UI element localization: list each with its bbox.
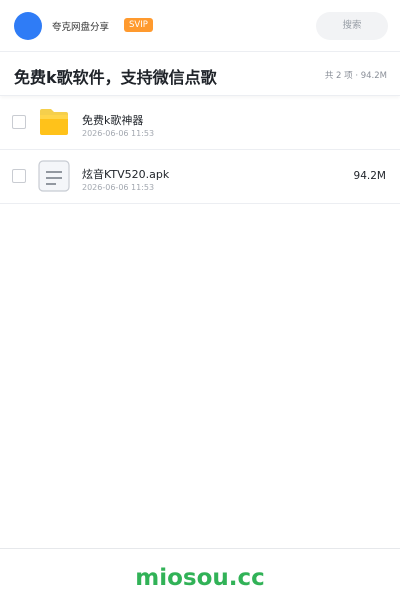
avatar[interactable] [14, 12, 42, 40]
file-size: 94.2M [353, 170, 386, 182]
sharer-name[interactable]: 夸克网盘分享 [52, 19, 109, 33]
footer: miosou.cc [0, 548, 400, 600]
file-name[interactable]: 免费k歌神器 [82, 112, 143, 128]
select-checkbox[interactable] [12, 169, 26, 183]
item-count-summary: 共 2 项 · 94.2M [324, 71, 387, 81]
file-row-folder[interactable]: 免费k歌神器 2026-06-06 11:53 [0, 96, 400, 150]
share-title-bar: 免费k歌软件，支持微信点歌 共 2 项 · 94.2M [0, 52, 400, 96]
svip-badge: SVIP [124, 18, 153, 32]
file-name[interactable]: 炫音KTV520.apk [82, 166, 169, 182]
file-row-apk[interactable]: 炫音KTV520.apk 2026-06-06 11:53 94.2M [0, 150, 400, 204]
select-checkbox[interactable] [12, 115, 26, 129]
share-header: 夸克网盘分享 SVIP 搜索 [0, 0, 400, 52]
folder-icon [40, 109, 68, 135]
search-button[interactable]: 搜索 [316, 12, 388, 40]
file-date: 2026-06-06 11:53 [82, 129, 155, 138]
file-document-icon [38, 160, 70, 192]
page-title: 免费k歌软件，支持微信点歌 [14, 68, 217, 87]
site-brand[interactable]: miosou.cc [0, 565, 400, 591]
file-date: 2026-06-06 11:53 [82, 183, 155, 192]
